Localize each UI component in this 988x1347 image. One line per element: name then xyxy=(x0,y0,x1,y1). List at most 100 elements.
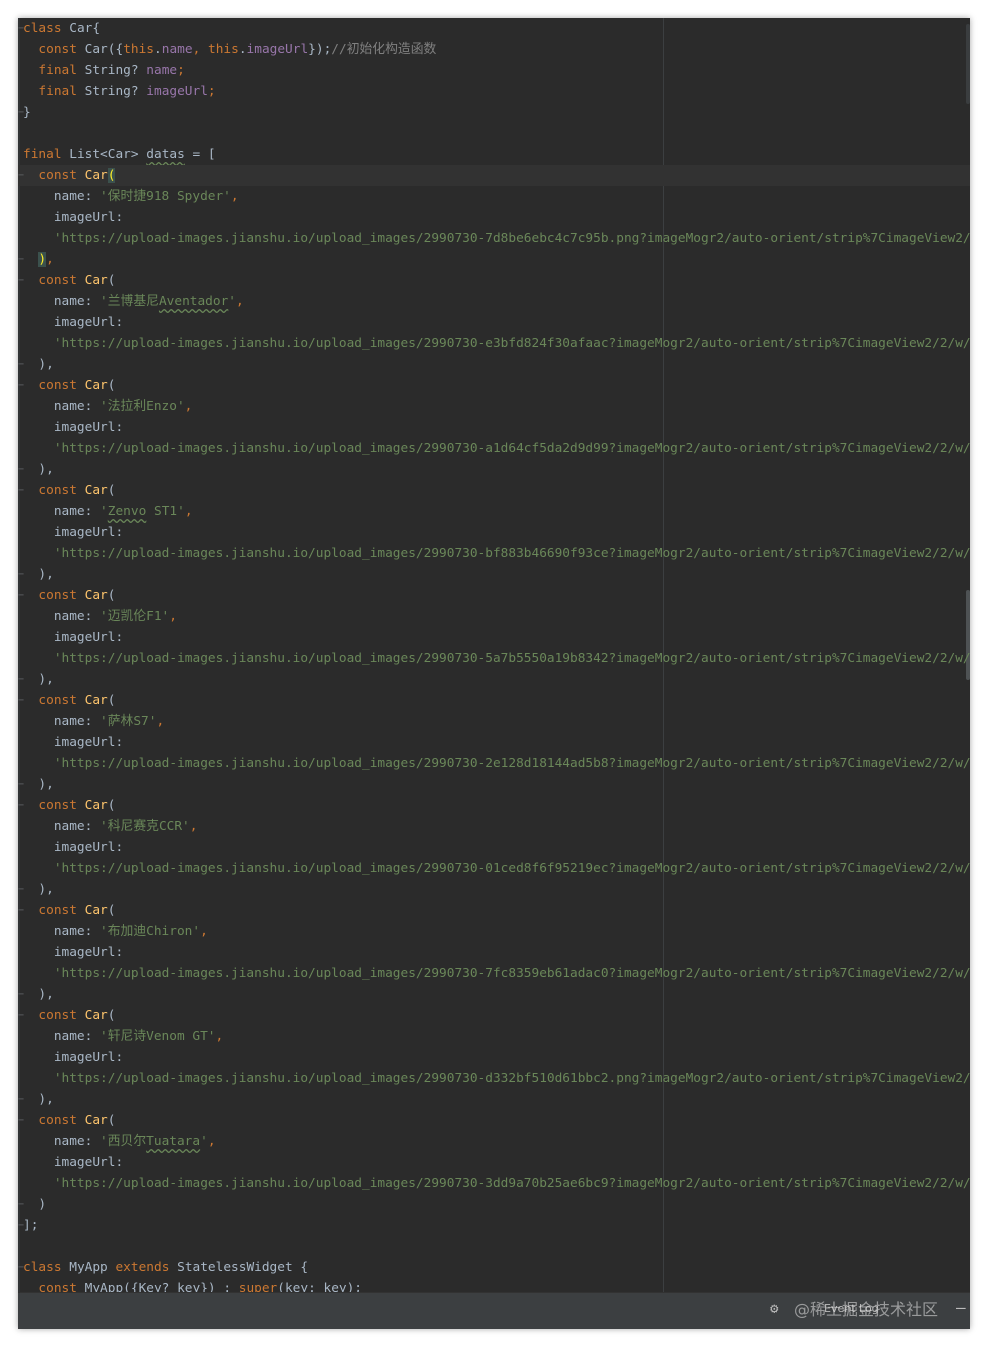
code-token: imageUrl: xyxy=(23,735,124,750)
code-token: name: xyxy=(23,189,101,204)
code-line[interactable]: − const Car( xyxy=(18,585,970,606)
code-text: name: '布加迪Chiron', xyxy=(23,921,208,942)
code-line[interactable]: − class Car{ xyxy=(18,18,970,39)
code-line[interactable]: − ), xyxy=(18,669,970,690)
code-line[interactable]: imageUrl: xyxy=(18,312,970,333)
code-line[interactable]: − ), xyxy=(18,984,970,1005)
code-line[interactable]: final List<Car> datas = [ xyxy=(18,144,970,165)
code-line[interactable]: 'https://upload-images.jianshu.io/upload… xyxy=(18,753,970,774)
code-line[interactable] xyxy=(18,1236,970,1257)
code-line[interactable]: imageUrl: xyxy=(18,1152,970,1173)
code-token: ( xyxy=(107,693,116,708)
code-token: extends xyxy=(115,1260,178,1275)
code-line[interactable]: − ), xyxy=(18,879,970,900)
code-line[interactable]: − ), xyxy=(18,249,970,270)
code-line[interactable]: − const Car( xyxy=(18,1110,970,1131)
code-line[interactable]: − ), xyxy=(18,354,970,375)
code-line[interactable]: −]; xyxy=(18,1215,970,1236)
code-line[interactable]: name: '保时捷918 Spyder', xyxy=(18,186,970,207)
code-line[interactable]: −} xyxy=(18,102,970,123)
code-text: const Car( xyxy=(23,690,115,711)
code-line[interactable]: 'https://upload-images.jianshu.io/upload… xyxy=(18,963,970,984)
code-line[interactable]: imageUrl: xyxy=(18,627,970,648)
code-line[interactable]: − ) xyxy=(18,1194,970,1215)
code-line[interactable]: final String? name; xyxy=(18,60,970,81)
code-line[interactable]: name: '兰博基尼Aventador', xyxy=(18,291,970,312)
code-text: const Car({this.name, this.imageUrl});//… xyxy=(23,39,436,60)
code-line[interactable]: − const Car( xyxy=(18,165,970,186)
code-token: name: xyxy=(23,819,101,834)
code-line[interactable]: − const Car( xyxy=(18,795,970,816)
code-text: final String? imageUrl; xyxy=(23,81,216,102)
code-line[interactable]: name: 'Zenvo ST1', xyxy=(18,501,970,522)
code-line[interactable]: 'https://upload-images.jianshu.io/upload… xyxy=(18,858,970,879)
code-line[interactable]: name: '西贝尔Tuatara', xyxy=(18,1131,970,1152)
code-line[interactable]: − const Car( xyxy=(18,480,970,501)
code-line[interactable]: imageUrl: xyxy=(18,732,970,753)
code-text: const Car( xyxy=(23,900,115,921)
code-text: ), xyxy=(23,564,53,585)
code-line[interactable]: − const Car( xyxy=(18,1005,970,1026)
code-token: , xyxy=(207,1134,216,1149)
code-line[interactable]: imageUrl: xyxy=(18,522,970,543)
code-token: imageUrl xyxy=(146,84,208,99)
code-token: const xyxy=(23,693,85,708)
code-line[interactable]: 'https://upload-images.jianshu.io/upload… xyxy=(18,1068,970,1089)
code-line[interactable]: − const Car( xyxy=(18,375,970,396)
code-line[interactable]: 'https://upload-images.jianshu.io/upload… xyxy=(18,648,970,669)
gear-icon[interactable]: ⚙ xyxy=(770,1301,778,1317)
code-line[interactable]: imageUrl: xyxy=(18,1047,970,1068)
code-token: 'https://upload-images.jianshu.io/upload… xyxy=(23,441,970,456)
code-line[interactable]: − class MyApp extends StatelessWidget { xyxy=(18,1257,970,1278)
code-line[interactable]: name: '法拉利Enzo', xyxy=(18,396,970,417)
code-line[interactable]: imageUrl: xyxy=(18,942,970,963)
code-line[interactable]: name: '迈凯伦F1', xyxy=(18,606,970,627)
code-text: imageUrl: xyxy=(23,837,123,858)
code-token: name: xyxy=(23,714,101,729)
code-token: ( xyxy=(107,798,116,813)
code-token: ]; xyxy=(23,1218,39,1233)
code-text: ), xyxy=(23,984,53,1005)
code-text: name: '轩尼诗Venom GT', xyxy=(23,1026,223,1047)
code-token: { xyxy=(92,21,101,36)
code-line[interactable]: − ), xyxy=(18,459,970,480)
code-line[interactable]: imageUrl: xyxy=(18,417,970,438)
code-token: imageUrl: xyxy=(23,630,124,645)
code-text: name: '西贝尔Tuatara', xyxy=(23,1131,216,1152)
code-text: name: '萨林S7', xyxy=(23,711,164,732)
code-token: '兰博基尼 xyxy=(100,294,159,309)
code-line[interactable]: name: '萨林S7', xyxy=(18,711,970,732)
code-line[interactable]: − ), xyxy=(18,564,970,585)
code-text: ]; xyxy=(23,1215,38,1236)
code-line[interactable] xyxy=(18,123,970,144)
code-line[interactable]: name: '科尼赛克CCR', xyxy=(18,816,970,837)
code-token: 'https://upload-images.jianshu.io/upload… xyxy=(23,1071,970,1086)
minimize-icon[interactable]: — xyxy=(956,1298,966,1317)
code-line[interactable]: 'https://upload-images.jianshu.io/upload… xyxy=(18,438,970,459)
code-line[interactable]: 'https://upload-images.jianshu.io/upload… xyxy=(18,333,970,354)
code-line[interactable]: imageUrl: xyxy=(18,837,970,858)
code-line[interactable]: 'https://upload-images.jianshu.io/upload… xyxy=(18,1173,970,1194)
code-line[interactable]: − const Car( xyxy=(18,900,970,921)
code-area[interactable]: − class Car{ const Car({this.name, this.i… xyxy=(18,18,970,1299)
code-text: ), xyxy=(23,459,53,480)
code-token: ; xyxy=(207,84,216,99)
code-token: final xyxy=(23,147,70,162)
code-token: imageUrl: xyxy=(23,210,124,225)
code-line[interactable]: imageUrl: xyxy=(18,207,970,228)
code-token: Car xyxy=(84,378,108,393)
code-line[interactable]: 'https://upload-images.jianshu.io/upload… xyxy=(18,543,970,564)
code-text: 'https://upload-images.jianshu.io/upload… xyxy=(23,228,970,249)
code-line[interactable]: − const Car( xyxy=(18,270,970,291)
code-line[interactable]: − const Car( xyxy=(18,690,970,711)
code-token: ), xyxy=(23,882,54,897)
code-line[interactable]: name: '布加迪Chiron', xyxy=(18,921,970,942)
code-line[interactable]: − ), xyxy=(18,1089,970,1110)
code-token: , xyxy=(169,609,177,624)
code-token: Aventador xyxy=(158,294,229,309)
code-line[interactable]: 'https://upload-images.jianshu.io/upload… xyxy=(18,228,970,249)
code-line[interactable]: final String? imageUrl; xyxy=(18,81,970,102)
code-line[interactable]: const Car({this.name, this.imageUrl});//… xyxy=(18,39,970,60)
code-line[interactable]: name: '轩尼诗Venom GT', xyxy=(18,1026,970,1047)
code-line[interactable]: − ), xyxy=(18,774,970,795)
